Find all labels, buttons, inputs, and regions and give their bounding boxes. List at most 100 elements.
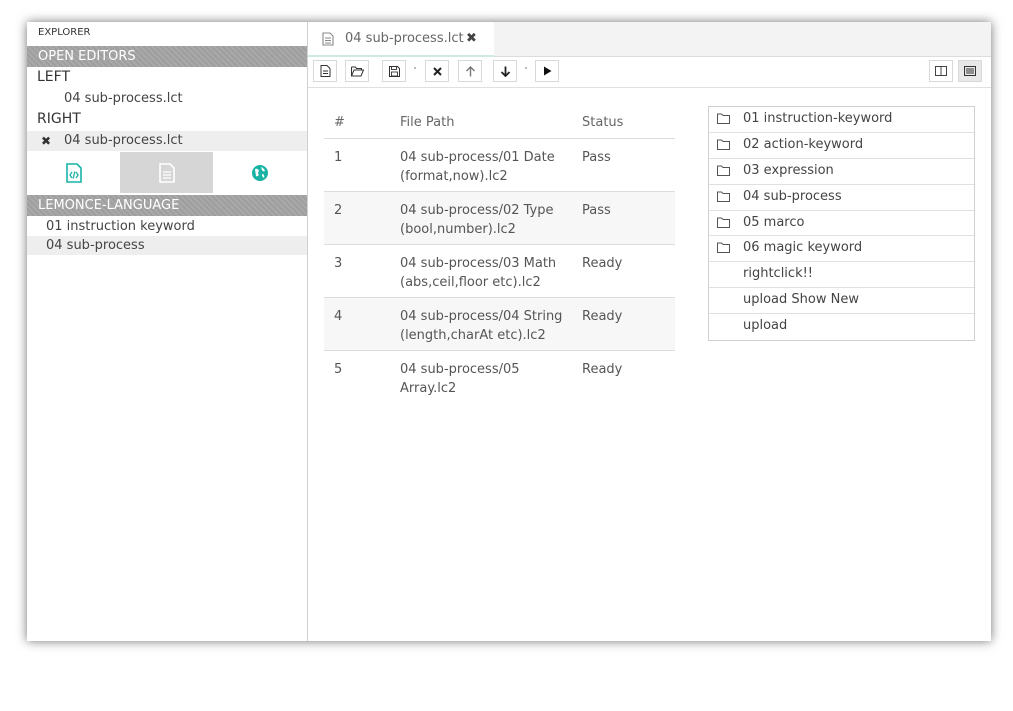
row-status: Ready: [582, 244, 675, 298]
close-icon[interactable]: ✖: [466, 31, 477, 46]
editor-area: 04 sub-process.lct ✖ # File Path Status …: [308, 22, 991, 641]
folder-icon: [717, 139, 730, 150]
open-editor-left-item[interactable]: 04 sub-process.lct: [27, 89, 307, 109]
folder-item-label: 01 instruction-keyword: [743, 111, 893, 126]
close-icon[interactable]: ✖: [41, 131, 51, 151]
file-item-label: rightclick!!: [743, 266, 814, 282]
file-item[interactable]: rightclick!!: [709, 262, 974, 289]
move-down-icon: [500, 66, 510, 77]
document-icon: [158, 162, 175, 183]
row-status: Pass: [582, 191, 675, 245]
toolbar-separator: [414, 67, 416, 69]
move-up-icon: [465, 65, 475, 76]
folder-icon: [717, 165, 730, 176]
sidebar-tab-document[interactable]: [120, 152, 213, 193]
left-group-label: LEFT: [37, 69, 71, 85]
folder-icon: [717, 242, 730, 254]
file-path-line1: 04 sub-process/02 Type: [400, 203, 554, 218]
file-path-line2: (bool,number).lc2: [400, 222, 516, 237]
editor-tab[interactable]: 04 sub-process.lct ✖: [308, 22, 494, 57]
globe-icon: [251, 164, 268, 181]
folder-item[interactable]: 02 action-keyword: [709, 133, 974, 159]
file-path-line2: (abs,ceil,floor etc).lc2: [400, 275, 541, 290]
language-item-label: 04 sub-process: [46, 238, 145, 253]
open-editor-left-label: 04 sub-process.lct: [64, 91, 183, 106]
table-row[interactable]: 1 04 sub-process/01 Date (format,now).lc2…: [324, 138, 675, 192]
move-down-button[interactable]: [493, 60, 517, 82]
results-table: # File Path Status 1 04 sub-process/01 D…: [324, 106, 675, 403]
toolbar: [308, 57, 991, 88]
table-row[interactable]: 3 04 sub-process/03 Math (abs,ceil,floor …: [324, 244, 675, 298]
sidebar-tab-code[interactable]: [27, 152, 120, 193]
open-editor-right-label: 04 sub-process.lct: [64, 133, 183, 148]
right-group-label: RIGHT: [37, 111, 81, 127]
open-folder-button[interactable]: [345, 60, 369, 82]
split-view-icon: [935, 66, 947, 76]
row-file-path: 04 sub-process/02 Type (bool,number).lc2: [400, 191, 582, 245]
file-item-label: upload Show New: [743, 292, 859, 308]
folder-item[interactable]: 06 magic keyword: [709, 236, 974, 263]
app-window: EXPLORER OPEN EDITORS LEFT 04 sub-proces…: [27, 22, 991, 641]
row-status: Ready: [582, 297, 675, 351]
open-editor-right-item[interactable]: ✖ 04 sub-process.lct: [27, 131, 307, 151]
file-path-line1: 04 sub-process/01 Date: [400, 150, 555, 165]
row-file-path: 04 sub-process/04 String (length,charAt e…: [400, 297, 582, 351]
file-item[interactable]: upload: [709, 314, 974, 340]
row-file-path: 04 sub-process/05 Array.lc2: [400, 351, 582, 404]
column-header-file-path: File Path: [400, 106, 582, 139]
folder-item-label: 05 marco: [743, 214, 805, 230]
file-item-label: upload: [743, 318, 788, 334]
table-header-row: # File Path Status: [324, 106, 675, 139]
editor-tab-title: 04 sub-process.lct: [345, 31, 464, 46]
document-icon: [322, 32, 334, 46]
folder-item[interactable]: 04 sub-process: [709, 185, 974, 211]
table-row[interactable]: 4 04 sub-process/04 String (length,charAt…: [324, 297, 675, 351]
folder-icon: [717, 191, 730, 202]
open-editors-header[interactable]: OPEN EDITORS: [27, 46, 307, 67]
row-number: 5: [334, 362, 343, 377]
language-item[interactable]: 04 sub-process: [27, 236, 307, 255]
folder-item-label: 03 expression: [743, 162, 834, 178]
save-button[interactable]: [382, 60, 406, 82]
delete-icon: [432, 66, 442, 76]
panel-view-button[interactable]: [958, 60, 982, 82]
new-file-button[interactable]: [313, 60, 337, 82]
new-file-icon: [320, 65, 330, 77]
folder-icon: [717, 113, 730, 124]
table-row[interactable]: 2 04 sub-process/02 Type (bool,number).lc…: [324, 191, 675, 245]
delete-button[interactable]: [425, 60, 449, 82]
split-view-button[interactable]: [929, 60, 953, 82]
language-item-label: 01 instruction keyword: [46, 219, 195, 234]
toolbar-separator: [525, 67, 527, 69]
folder-item[interactable]: 01 instruction-keyword: [709, 107, 974, 133]
move-up-button[interactable]: [458, 60, 482, 82]
row-number: 2: [324, 191, 400, 245]
folder-icon: [717, 217, 730, 228]
file-path-line1: 04 sub-process/03 Math: [400, 256, 557, 271]
file-path-line2: Array.lc2: [400, 381, 457, 396]
save-icon: [388, 65, 400, 77]
folder-item[interactable]: 03 expression: [709, 159, 974, 185]
row-file-path: 04 sub-process/03 Math (abs,ceil,floor et…: [400, 244, 582, 298]
table-row[interactable]: 5 04 sub-process/05 Array.lc2 Ready: [324, 351, 675, 404]
sidebar: EXPLORER OPEN EDITORS LEFT 04 sub-proces…: [27, 22, 308, 641]
file-item[interactable]: upload Show New: [709, 288, 974, 315]
row-number: 1: [324, 138, 400, 192]
row-status: Pass: [582, 138, 675, 192]
file-path-line2: (format,now).lc2: [400, 169, 508, 184]
run-icon: [543, 66, 551, 76]
lemonce-language-header[interactable]: LEMONCE-LANGUAGE: [27, 195, 307, 216]
file-path-line1: 04 sub-process/04 String: [400, 309, 563, 324]
editor-tab-bar: 04 sub-process.lct ✖: [308, 22, 991, 57]
folder-item[interactable]: 05 marco: [709, 211, 974, 237]
panel-view-icon: [964, 66, 976, 76]
explorer-title: EXPLORER: [38, 27, 91, 38]
folder-item-label: 06 magic keyword: [743, 240, 863, 256]
run-button[interactable]: [535, 60, 559, 82]
file-path-line1: 04 sub-process/05: [400, 362, 520, 377]
folder-item-label: 02 action-keyword: [743, 136, 864, 152]
sidebar-tab-web[interactable]: [213, 152, 306, 193]
column-header-status: Status: [582, 106, 675, 139]
language-item[interactable]: 01 instruction keyword: [27, 217, 307, 236]
row-status: Ready: [582, 362, 623, 377]
